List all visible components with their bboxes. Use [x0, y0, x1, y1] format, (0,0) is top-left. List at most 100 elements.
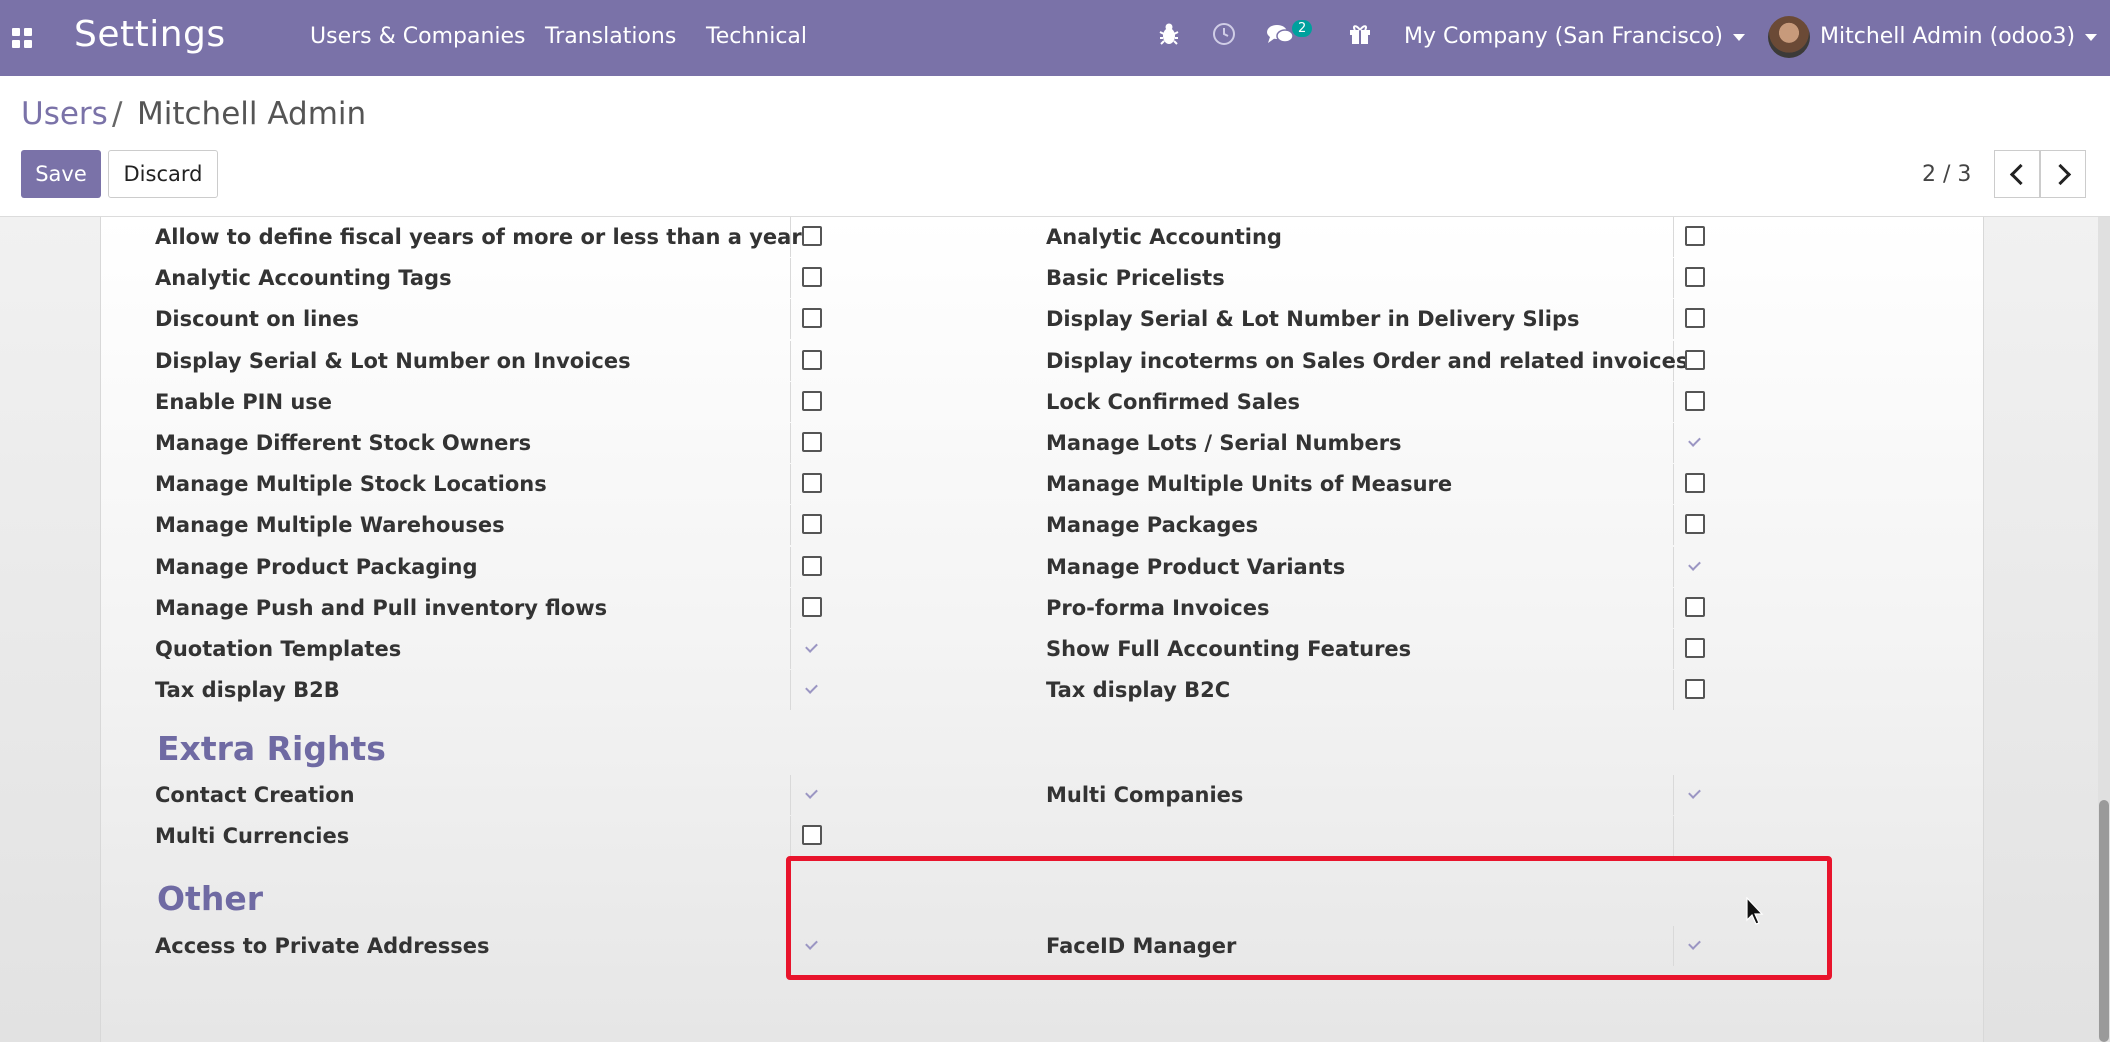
checkbox[interactable]: [1685, 638, 1705, 658]
menu-users-companies[interactable]: Users & Companies: [310, 24, 526, 49]
column-divider: [790, 670, 791, 711]
access-right-label: Multi Currencies: [155, 824, 350, 848]
user-menu[interactable]: Mitchell Admin (odoo3): [1820, 24, 2098, 49]
chevron-left-icon: [2009, 163, 2031, 185]
checkbox-checked[interactable]: [802, 638, 822, 658]
chat-bubbles-icon[interactable]: [1266, 22, 1294, 52]
checkbox[interactable]: [802, 390, 822, 411]
access-right-row: Manage Product Packaging Manage Product V…: [101, 546, 1983, 587]
column-divider: [1673, 423, 1674, 463]
chat-count-badge: 2: [1292, 20, 1313, 37]
checkbox[interactable]: [802, 308, 822, 329]
checkbox-checked[interactable]: [1685, 556, 1705, 576]
access-right-label: Access to Private Addresses: [155, 934, 490, 958]
access-right-label: Display Serial & Lot Number on Invoices: [155, 348, 631, 373]
access-right-row: Manage Push and Pull inventory flows Pro-…: [101, 587, 1983, 628]
save-button[interactable]: Save: [21, 150, 101, 198]
checkbox[interactable]: [1685, 308, 1705, 329]
pager-previous-button[interactable]: [1994, 150, 2040, 198]
access-right-row: Tax display B2B Tax display B2C: [101, 670, 1983, 711]
access-right-label: Contact Creation: [155, 783, 355, 807]
access-right-row: Manage Multiple Warehouses Manage Package…: [101, 505, 1983, 546]
column-divider: [1673, 505, 1674, 546]
activity-clock-icon[interactable]: [1212, 22, 1236, 52]
chevron-down-icon: [1732, 33, 1745, 41]
access-right-label: Pro-forma Invoices: [1046, 595, 1270, 620]
checkbox[interactable]: [1685, 514, 1705, 535]
checkbox[interactable]: [802, 514, 822, 535]
highlight-annotation-box: [786, 856, 1832, 980]
checkbox[interactable]: [802, 596, 822, 617]
menu-technical[interactable]: Technical: [706, 24, 807, 49]
checkbox-checked[interactable]: [802, 679, 822, 699]
checkbox[interactable]: [802, 226, 822, 246]
column-divider: [1673, 217, 1674, 257]
column-divider: [1673, 258, 1674, 299]
app-title[interactable]: Settings: [74, 14, 226, 55]
access-right-label: Analytic Accounting Tags: [155, 266, 452, 291]
access-right-label: Manage Product Variants: [1046, 554, 1346, 579]
checkbox[interactable]: [1685, 349, 1705, 370]
user-name: Mitchell Admin (odoo3): [1820, 24, 2076, 49]
access-right-row: Contact Creation Multi Companies: [101, 775, 1983, 815]
checkbox-checked[interactable]: [802, 784, 822, 804]
access-right-row: Discount on lines Display Serial & Lot Nu…: [101, 299, 1983, 340]
user-avatar[interactable]: [1768, 16, 1810, 58]
checkbox[interactable]: [802, 267, 822, 288]
checkbox[interactable]: [802, 555, 822, 576]
column-divider: [1673, 299, 1674, 340]
checkbox[interactable]: [802, 349, 822, 370]
chevron-right-icon: [2049, 163, 2071, 185]
checkbox[interactable]: [1685, 473, 1705, 494]
checkbox[interactable]: [1685, 390, 1705, 411]
pager-next-button[interactable]: [2040, 150, 2086, 198]
column-divider: [790, 546, 791, 587]
column-divider: [790, 381, 791, 422]
section-title-other: Other: [157, 879, 263, 918]
menu-translations[interactable]: Translations: [545, 24, 676, 49]
column-divider: [790, 505, 791, 546]
access-right-label: Display incoterms on Sales Order and rel…: [1046, 348, 1689, 373]
column-divider: [1673, 670, 1674, 711]
checkbox[interactable]: [1685, 226, 1705, 246]
mouse-pointer-icon: [1746, 896, 1766, 931]
access-right-label: Manage Multiple Units of Measure: [1046, 472, 1453, 497]
access-right-row: Analytic Accounting Tags Basic Pricelists: [101, 258, 1983, 299]
column-divider: [790, 340, 791, 381]
checkbox[interactable]: [1685, 679, 1705, 700]
access-right-label: Enable PIN use: [155, 389, 333, 414]
access-right-label: Manage Product Packaging: [155, 554, 478, 579]
scrollbar-thumb[interactable]: [2099, 800, 2109, 1042]
checkbox[interactable]: [1685, 596, 1705, 617]
checkbox[interactable]: [802, 473, 822, 494]
checkbox[interactable]: [802, 825, 822, 845]
column-divider: [1673, 464, 1674, 505]
access-right-label: Quotation Templates: [155, 637, 402, 661]
access-right-label: Show Full Accounting Features: [1046, 637, 1412, 661]
discard-button[interactable]: Discard: [108, 150, 218, 198]
column-divider: [1673, 587, 1674, 628]
checkbox[interactable]: [802, 432, 822, 452]
column-divider: [790, 629, 791, 669]
debug-bug-icon[interactable]: [1158, 22, 1180, 52]
column-divider: [1673, 381, 1674, 422]
access-right-label: Tax display B2C: [1046, 678, 1231, 703]
column-divider: [790, 299, 791, 340]
gift-icon[interactable]: [1348, 22, 1372, 52]
top-navbar: Settings Users & Companies Translations …: [0, 0, 2110, 76]
apps-menu-icon[interactable]: [12, 28, 32, 48]
checkbox-checked[interactable]: [1685, 784, 1705, 804]
access-right-label: Allow to define fiscal years of more or …: [155, 225, 802, 249]
company-switcher[interactable]: My Company (San Francisco): [1404, 24, 1745, 49]
pager-value: 2 / 3: [1922, 162, 1972, 187]
breadcrumb-users[interactable]: Users: [21, 96, 108, 132]
access-right-row: Enable PIN use Lock Confirmed Sales: [101, 381, 1983, 422]
checkbox-checked[interactable]: [1685, 432, 1705, 452]
breadcrumb-separator: /: [112, 96, 123, 132]
breadcrumb-current: Mitchell Admin: [137, 96, 367, 132]
access-right-label: Analytic Accounting: [1046, 225, 1282, 249]
access-right-row: Multi Currencies: [101, 816, 1983, 856]
access-right-label: Manage Multiple Warehouses: [155, 513, 505, 538]
access-right-label: Manage Multiple Stock Locations: [155, 472, 547, 497]
checkbox[interactable]: [1685, 267, 1705, 288]
